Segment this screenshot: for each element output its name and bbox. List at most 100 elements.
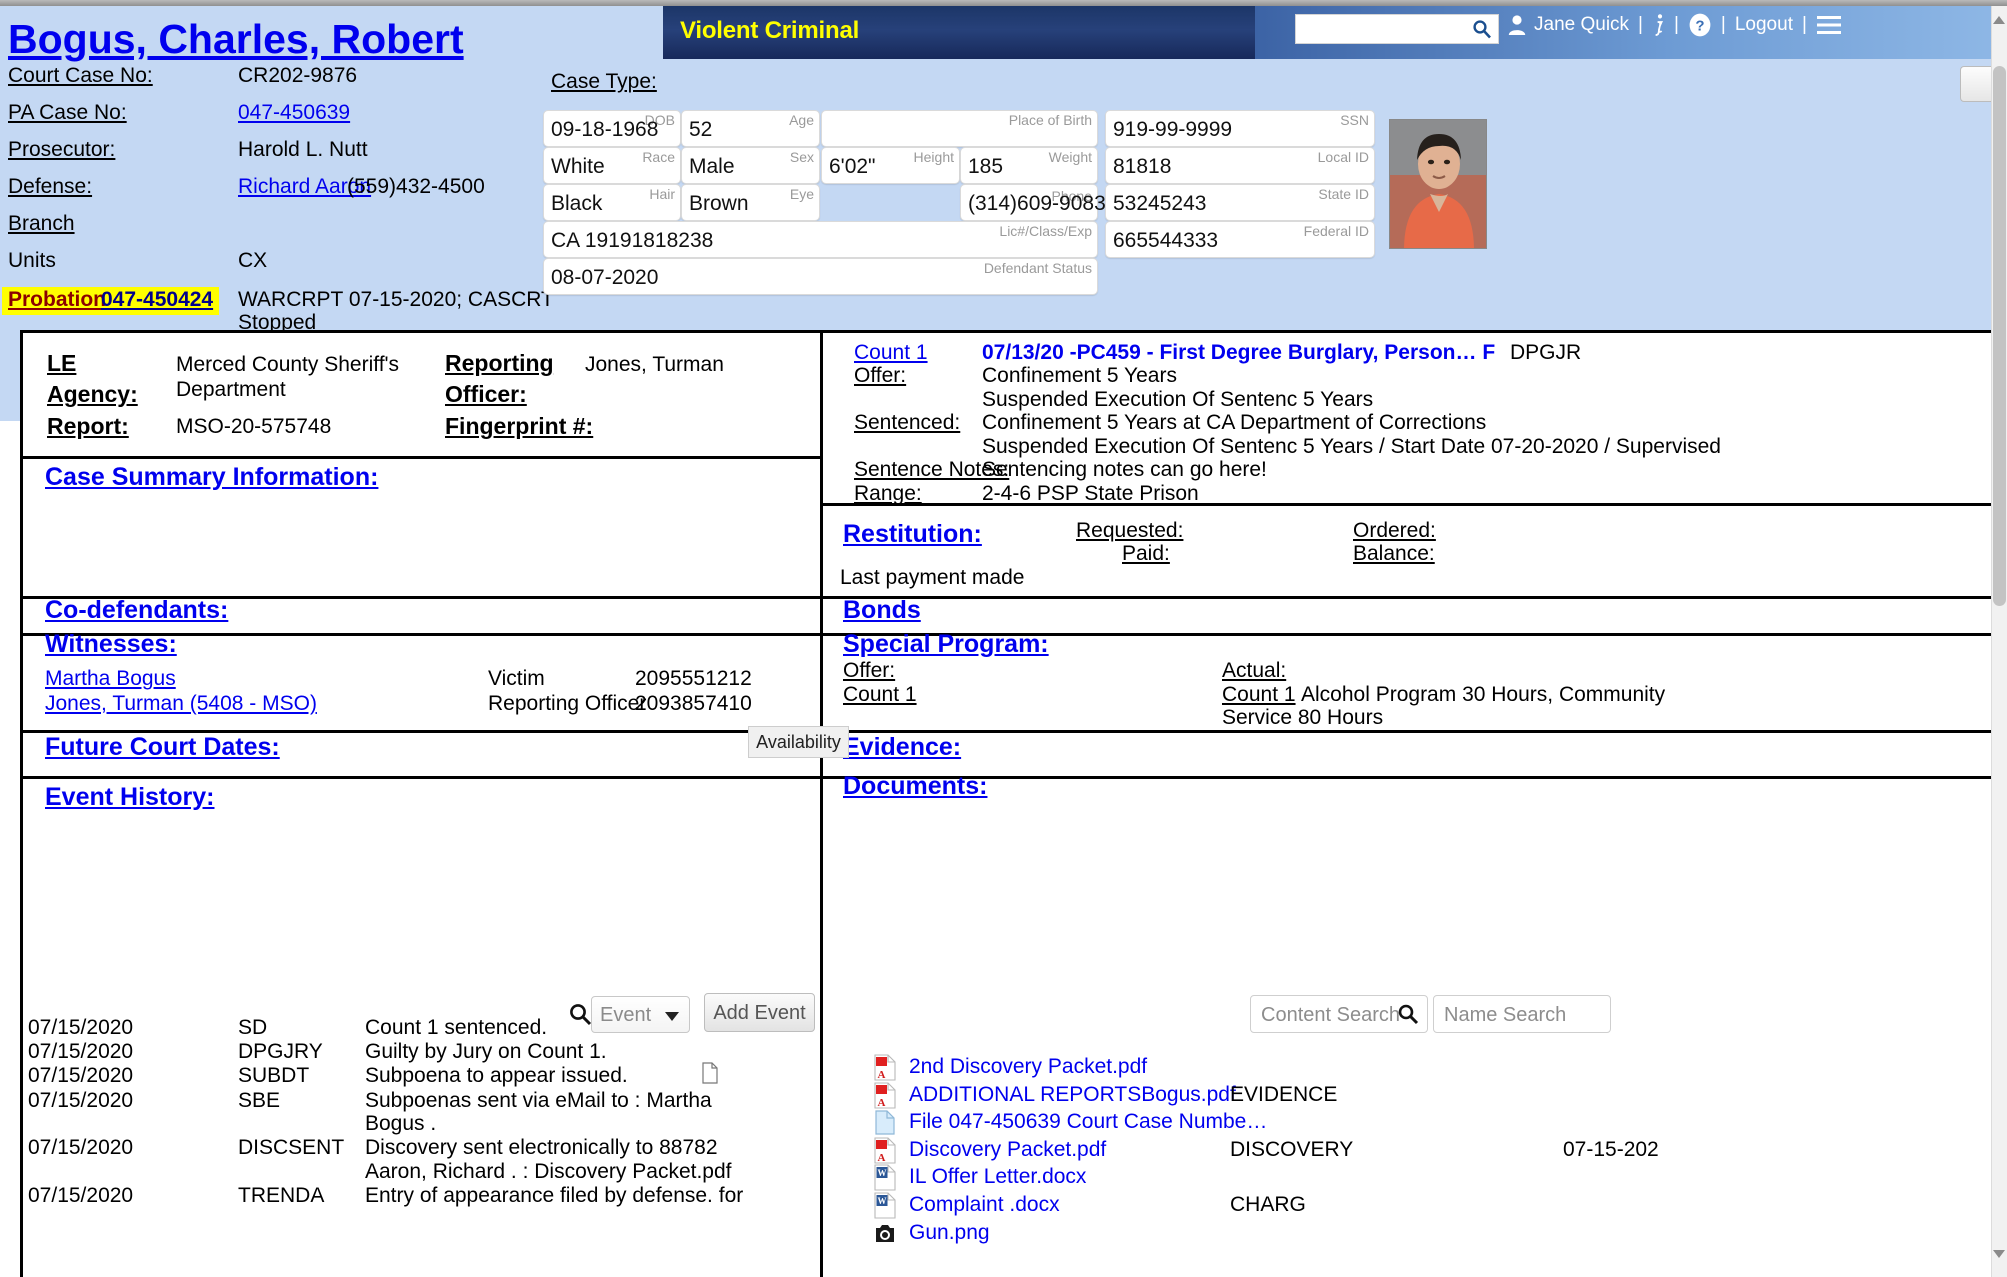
field-place-of-birth[interactable]: Place of Birth [821,110,1098,147]
word-icon: W [874,1192,896,1219]
field-eye-label: Eye [789,186,814,202]
documents-name-search[interactable]: Name Search [1433,995,1611,1033]
document-name-1[interactable]: ADDITIONAL REPORTSBogus.pdf [909,1083,1236,1107]
witness-phone-0: 2095551212 [635,667,752,690]
document-name-3[interactable]: Discovery Packet.pdf [909,1138,1106,1162]
field-dob[interactable]: DOB 09-18-1968 [543,110,681,147]
page-scrollbar[interactable] [1991,6,2007,1277]
witness-name-0[interactable]: Martha Bogus [45,667,176,691]
document-category-3: DISCOVERY [1230,1138,1354,1161]
label-range[interactable]: Range: [854,482,922,506]
field-age[interactable]: Age 52 [681,110,820,147]
logout-link[interactable]: Logout [1735,14,1793,36]
field-state-id-value: 53245243 [1113,192,1207,215]
field-local-id[interactable]: Local ID 81818 [1105,147,1375,184]
info-icon[interactable] [1652,13,1665,37]
event-search-icon[interactable] [568,1002,592,1026]
field-ssn-label: SSN [1340,112,1369,128]
field-state-id[interactable]: State ID 53245243 [1105,184,1375,221]
global-search-input[interactable] [1300,16,1470,42]
heading-future-court-dates[interactable]: Future Court Dates: [45,733,280,762]
documents-content-search[interactable]: Content Search [1250,995,1428,1033]
document-name-4[interactable]: IL Offer Letter.docx [909,1165,1086,1189]
document-name-6[interactable]: Gun.png [909,1221,990,1245]
field-ssn[interactable]: SSN 919-99-9999 [1105,110,1375,147]
field-license[interactable]: Lic#/Class/Exp CA 19191818238 [543,221,1098,258]
pdf-icon: A [874,1082,896,1109]
field-phone[interactable]: Phone (314)609-9083 [960,184,1106,221]
value-probation-case-no[interactable]: 047-450424 [101,288,213,312]
hamburger-menu-icon[interactable] [1816,15,1842,35]
heading-codefendants[interactable]: Co-defendants: [45,596,228,625]
event-date-0: 07/15/2020 [28,1016,134,1039]
help-icon[interactable]: ? [1688,13,1712,37]
value-special-program-offer-count: Count 1 [843,683,917,706]
document-name-5[interactable]: Complaint .docx [909,1193,1060,1217]
label-probation[interactable]: Probation [8,288,106,312]
document-name-2[interactable]: File 047-450639 Court Case Numbe… [909,1110,1267,1134]
label-offer[interactable]: Offer: [854,364,906,388]
document-attachment-icon[interactable] [702,1062,718,1084]
value-charge-code: DPGJR [1510,341,1582,364]
value-sentenced-line-1: Confinement 5 Years at CA Department of … [982,411,1487,434]
heading-case-summary[interactable]: Case Summary Information: [45,463,378,492]
heading-event-history[interactable]: Event History: [45,783,214,812]
separator-2: | [1673,14,1679,35]
scroll-up-arrow-icon[interactable] [1993,16,2005,24]
value-offer-line-1: Confinement 5 Years [982,364,1177,387]
field-hair[interactable]: Hair Black [543,184,681,221]
field-sex[interactable]: Sex Male [681,147,820,184]
document-name-0[interactable]: 2nd Discovery Packet.pdf [909,1055,1147,1079]
file-icon [875,1110,895,1135]
field-height[interactable]: Height 6'02" [821,147,960,184]
header-user-controls: Jane Quick | | ? | Logout | [1508,13,1842,37]
value-special-program-actual-count: Count 1 [1222,683,1296,706]
scroll-down-arrow-icon[interactable] [1993,1250,2005,1258]
pdf-icon: A [874,1054,896,1081]
search-icon[interactable] [1472,19,1492,39]
case-detail-panel: LE Agency: Merced County Sheriff's Depar… [20,330,2007,1277]
witness-role-1: Reporting Officer [488,692,647,715]
availability-tooltip: Availability [748,726,849,758]
field-eye[interactable]: Eye Brown [681,184,820,221]
documents-name-search-placeholder: Name Search [1444,1004,1567,1026]
field-race[interactable]: Race White [543,147,681,184]
divider-special-program-bottom [820,730,2007,733]
divider-vertical-events [820,1083,823,1277]
field-dob-value: 09-18-1968 [551,118,659,141]
value-pa-case-no[interactable]: 047-450639 [238,101,350,125]
heading-witnesses[interactable]: Witnesses: [45,630,177,659]
label-sentenced[interactable]: Sentenced: [854,411,960,435]
field-weight-value: 185 [968,155,1004,178]
word-icon: W [874,1164,896,1191]
field-federal-id[interactable]: Federal ID 665544333 [1105,221,1375,258]
defendant-name-title[interactable]: Bogus, Charles, Robert [8,16,464,63]
event-type-select[interactable]: Event [591,996,690,1033]
page-scrollbar-thumb[interactable] [1993,66,2006,606]
mugshot-image [1390,120,1486,248]
global-search-box[interactable] [1295,14,1499,44]
event-desc-4: Discovery sent electronically to 88782 [365,1136,718,1159]
field-weight[interactable]: Weight 185 [960,147,1098,184]
label-restitution-ordered: Ordered: [1353,519,1436,542]
heading-bonds[interactable]: Bonds [843,596,921,625]
separator-1: | [1638,14,1643,35]
field-defendant-status[interactable]: Defendant Status 08-07-2020 [543,258,1098,295]
witness-name-1[interactable]: Jones, Turman (5408 - MSO) [45,692,317,716]
event-date-3: 07/15/2020 [28,1089,134,1112]
add-event-button[interactable]: Add Event [704,993,815,1032]
value-reporting-officer: Jones, Turman [585,353,724,376]
heading-documents[interactable]: Documents: [843,772,987,801]
value-le-report: MSO-20-575748 [176,415,332,438]
heading-restitution[interactable]: Restitution: [843,520,982,549]
divider-vertical-main-2 [820,743,823,1083]
defendant-mugshot[interactable] [1389,119,1487,249]
heading-evidence[interactable]: Evidence: [843,733,961,762]
chevron-down-icon[interactable] [665,1012,679,1021]
heading-special-program[interactable]: Special Program: [843,630,1049,659]
search-icon[interactable] [1397,1003,1419,1025]
label-restitution-requested: Requested: [1076,519,1184,542]
label-count-1[interactable]: Count 1 [854,341,928,365]
svg-text:A: A [878,1152,886,1164]
value-le-agency-line2: Department [176,378,286,401]
